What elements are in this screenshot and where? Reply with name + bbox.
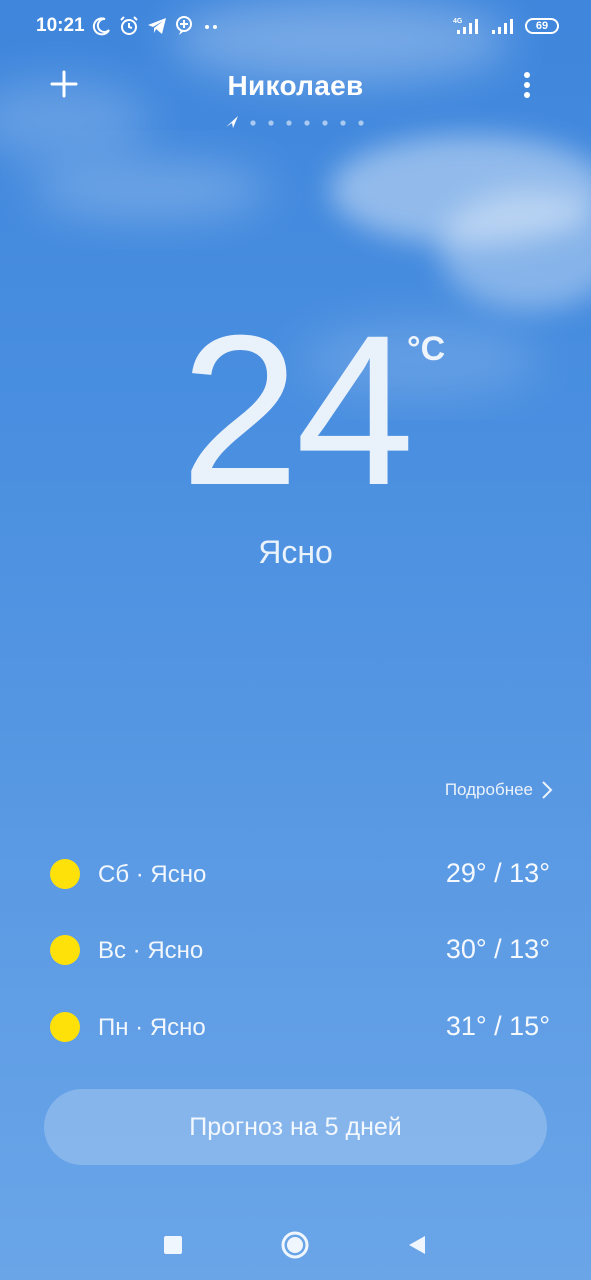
chevron-right-icon [542, 781, 553, 799]
navigation-bar [0, 1210, 591, 1280]
messenger-icon [176, 16, 192, 35]
page-dot [322, 120, 328, 126]
battery-indicator: 69 [525, 18, 559, 34]
five-day-forecast-button[interactable]: Прогноз на 5 дней [44, 1089, 547, 1165]
sun-icon [50, 1012, 80, 1042]
forecast-temps: 30° / 13° [445, 934, 550, 964]
forecast-temps: 29° / 13° [445, 858, 550, 888]
notification-icons [92, 14, 222, 38]
forecast-day-label: Пн · Ясно [98, 1014, 206, 1041]
city-page-indicator [226, 116, 364, 128]
moon-icon [92, 17, 110, 36]
page-dot [268, 120, 274, 126]
five-day-forecast-label: Прогноз на 5 дней [189, 1112, 402, 1141]
current-temperature: 24 [180, 291, 414, 530]
recents-icon[interactable] [156, 1228, 190, 1262]
page-dot [286, 120, 292, 126]
forecast-row-sunday[interactable]: Вс · Ясно 30° / 13° [50, 930, 550, 970]
status-bar: 10:21 4G 69 [0, 0, 591, 52]
menu-button[interactable] [513, 68, 541, 104]
system-icons: 4G 69 [453, 14, 559, 38]
forecast-row-monday[interactable]: Пн · Ясно 31° / 15° [50, 1007, 550, 1047]
city-title: Николаев [227, 70, 364, 101]
page-dot [358, 120, 364, 126]
forecast-day-label: Сб · Ясно [98, 861, 207, 888]
temperature-unit: °C [407, 330, 446, 368]
more-dots-icon [205, 25, 217, 29]
signal-icon [492, 19, 513, 34]
forecast-temps: 31° / 15° [445, 1011, 550, 1041]
telegram-icon [148, 18, 166, 34]
more-vertical-icon [524, 72, 530, 98]
sun-icon [50, 935, 80, 965]
back-icon[interactable] [399, 1228, 433, 1262]
page-dot [304, 120, 310, 126]
details-link[interactable]: Подробнее [445, 780, 553, 800]
svg-text:4G: 4G [453, 18, 463, 25]
alarm-icon [120, 16, 138, 35]
page-dot [250, 120, 256, 126]
current-condition: Ясно [258, 534, 333, 570]
signal-4g-icon: 4G [453, 18, 478, 34]
page-dot [340, 120, 346, 126]
sun-icon [50, 859, 80, 889]
forecast-row-saturday[interactable]: Сб · Ясно 29° / 13° [50, 854, 550, 894]
status-time: 10:21 [36, 15, 85, 36]
forecast-day-label: Вс · Ясно [98, 937, 204, 964]
location-arrow-icon [226, 116, 238, 128]
home-icon[interactable] [278, 1228, 312, 1262]
battery-level: 69 [535, 20, 549, 32]
details-link-label: Подробнее [444, 780, 533, 799]
